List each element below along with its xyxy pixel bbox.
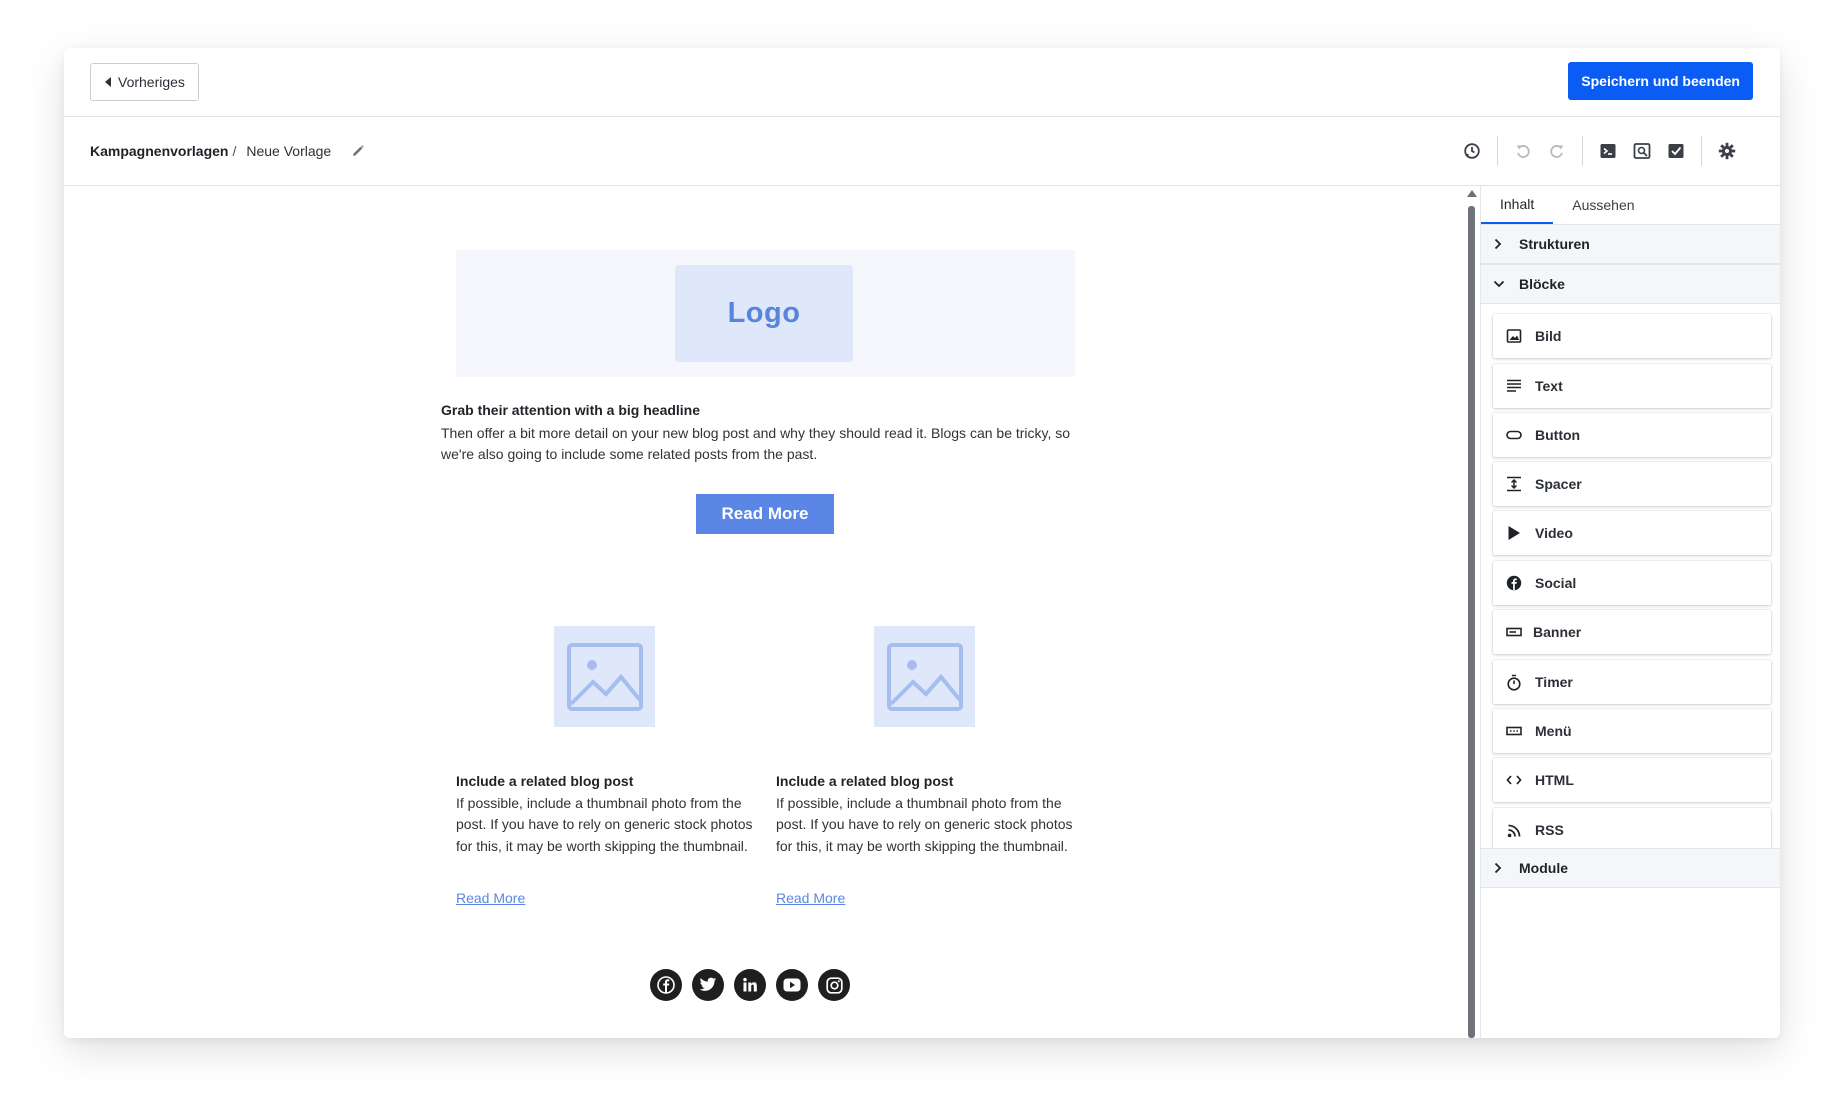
logo-section[interactable]: Logo bbox=[456, 250, 1075, 377]
save-and-exit-button[interactable]: Speichern und beenden bbox=[1568, 62, 1753, 100]
toolbar-divider bbox=[1582, 136, 1583, 166]
twitter-icon[interactable] bbox=[692, 969, 724, 1001]
rss-icon bbox=[1504, 820, 1524, 840]
facebook-icon[interactable] bbox=[650, 969, 682, 1001]
video-icon bbox=[1504, 523, 1524, 543]
history-icon[interactable] bbox=[1455, 134, 1489, 168]
block-banner[interactable]: Banner bbox=[1493, 610, 1771, 654]
section-blocks-label: Blöcke bbox=[1519, 276, 1565, 292]
caret-left-icon bbox=[105, 77, 111, 87]
block-text[interactable]: Text bbox=[1493, 364, 1771, 408]
read-more-button[interactable]: Read More bbox=[696, 494, 834, 534]
block-label: Button bbox=[1535, 427, 1581, 443]
image-icon bbox=[1504, 326, 1524, 346]
breadcrumb-root[interactable]: Kampagnenvorlagen bbox=[90, 143, 228, 159]
related-post-link[interactable]: Read More bbox=[776, 890, 845, 906]
image-placeholder-icon[interactable] bbox=[874, 626, 975, 727]
related-post-title: Include a related blog post bbox=[776, 773, 954, 789]
block-label: Banner bbox=[1533, 624, 1582, 640]
preview-icon[interactable] bbox=[1625, 134, 1659, 168]
block-label: Video bbox=[1535, 525, 1573, 541]
social-icon bbox=[1504, 573, 1524, 593]
email-canvas[interactable]: Logo Grab their attention with a big hea… bbox=[64, 186, 1462, 1038]
chevron-down-icon bbox=[1493, 279, 1513, 289]
instagram-icon[interactable] bbox=[818, 969, 850, 1001]
block-social[interactable]: Social bbox=[1493, 561, 1771, 605]
top-bar: Vorheriges Speichern und beenden bbox=[64, 48, 1780, 117]
related-post-link[interactable]: Read More bbox=[456, 890, 525, 906]
breadcrumb-separator: / bbox=[232, 143, 237, 159]
block-video[interactable]: Video bbox=[1493, 511, 1771, 555]
block-spacer[interactable]: Spacer bbox=[1493, 462, 1771, 506]
chevron-right-icon bbox=[1493, 862, 1513, 874]
text-icon bbox=[1504, 376, 1524, 396]
edit-name-icon[interactable] bbox=[351, 144, 365, 158]
image-placeholder-icon[interactable] bbox=[554, 626, 655, 727]
menu-icon bbox=[1504, 721, 1524, 741]
related-post-body: If possible, include a thumbnail photo f… bbox=[456, 795, 753, 854]
section-structures[interactable]: Strukturen bbox=[1481, 224, 1780, 264]
social-links bbox=[650, 969, 850, 1001]
breadcrumb: Kampagnenvorlagen / Neue Vorlage bbox=[90, 117, 365, 185]
banner-icon bbox=[1504, 622, 1524, 642]
test-send-icon[interactable] bbox=[1659, 134, 1693, 168]
breadcrumb-bar: Kampagnenvorlagen / Neue Vorlage bbox=[64, 117, 1780, 186]
section-modules[interactable]: Module bbox=[1481, 848, 1780, 888]
timer-icon bbox=[1504, 672, 1524, 692]
template-name: Neue Vorlage bbox=[246, 143, 332, 159]
button-icon bbox=[1504, 425, 1524, 445]
related-post-body: If possible, include a thumbnail photo f… bbox=[776, 795, 1073, 854]
block-label: Social bbox=[1535, 575, 1577, 591]
youtube-icon[interactable] bbox=[776, 969, 808, 1001]
section-modules-label: Module bbox=[1519, 860, 1568, 876]
block-label: Text bbox=[1535, 378, 1563, 394]
panel-tabs: Inhalt Aussehen bbox=[1481, 186, 1780, 224]
toolbar-divider bbox=[1701, 136, 1702, 166]
spacer-icon bbox=[1504, 474, 1524, 494]
scrollbar-thumb[interactable] bbox=[1468, 206, 1475, 1038]
editor-window: Vorheriges Speichern und beenden Kampagn… bbox=[64, 48, 1780, 1038]
logo-placeholder[interactable]: Logo bbox=[675, 265, 853, 362]
undo-icon[interactable] bbox=[1506, 134, 1540, 168]
block-html[interactable]: HTML bbox=[1493, 758, 1771, 802]
section-structures-label: Strukturen bbox=[1519, 236, 1590, 252]
html-icon bbox=[1504, 770, 1524, 790]
block-rss[interactable]: RSS bbox=[1493, 808, 1771, 852]
chevron-right-icon bbox=[1493, 238, 1513, 250]
block-label: Menü bbox=[1535, 723, 1572, 739]
toolbar bbox=[1455, 117, 1744, 185]
email-intro-text[interactable]: Then offer a bit more detail on your new… bbox=[441, 423, 1101, 465]
previous-button[interactable]: Vorheriges bbox=[90, 63, 199, 101]
block-label: Timer bbox=[1535, 674, 1573, 690]
settings-icon[interactable] bbox=[1710, 134, 1744, 168]
block-image[interactable]: Bild bbox=[1493, 314, 1771, 358]
email-headline[interactable]: Grab their attention with a big headline bbox=[441, 402, 1101, 418]
tab-inhalt[interactable]: Inhalt bbox=[1481, 186, 1554, 224]
related-post-title: Include a related blog post bbox=[456, 773, 634, 789]
section-blocks[interactable]: Blöcke bbox=[1481, 264, 1780, 304]
block-label: RSS bbox=[1535, 822, 1564, 838]
previous-button-label: Vorheriges bbox=[118, 74, 185, 90]
block-menu[interactable]: Menü bbox=[1493, 709, 1771, 753]
scroll-up-icon[interactable] bbox=[1467, 190, 1477, 197]
block-label: Bild bbox=[1535, 328, 1562, 344]
block-button[interactable]: Button bbox=[1493, 413, 1771, 457]
content-panel: Inhalt Aussehen Strukturen Blöcke Bild T… bbox=[1480, 186, 1780, 1038]
block-timer[interactable]: Timer bbox=[1493, 660, 1771, 704]
tab-aussehen[interactable]: Aussehen bbox=[1553, 186, 1634, 224]
code-icon[interactable] bbox=[1591, 134, 1625, 168]
toolbar-divider bbox=[1497, 136, 1498, 166]
block-label: HTML bbox=[1535, 772, 1574, 788]
redo-icon[interactable] bbox=[1540, 134, 1574, 168]
block-label: Spacer bbox=[1535, 476, 1582, 492]
linkedin-icon[interactable] bbox=[734, 969, 766, 1001]
